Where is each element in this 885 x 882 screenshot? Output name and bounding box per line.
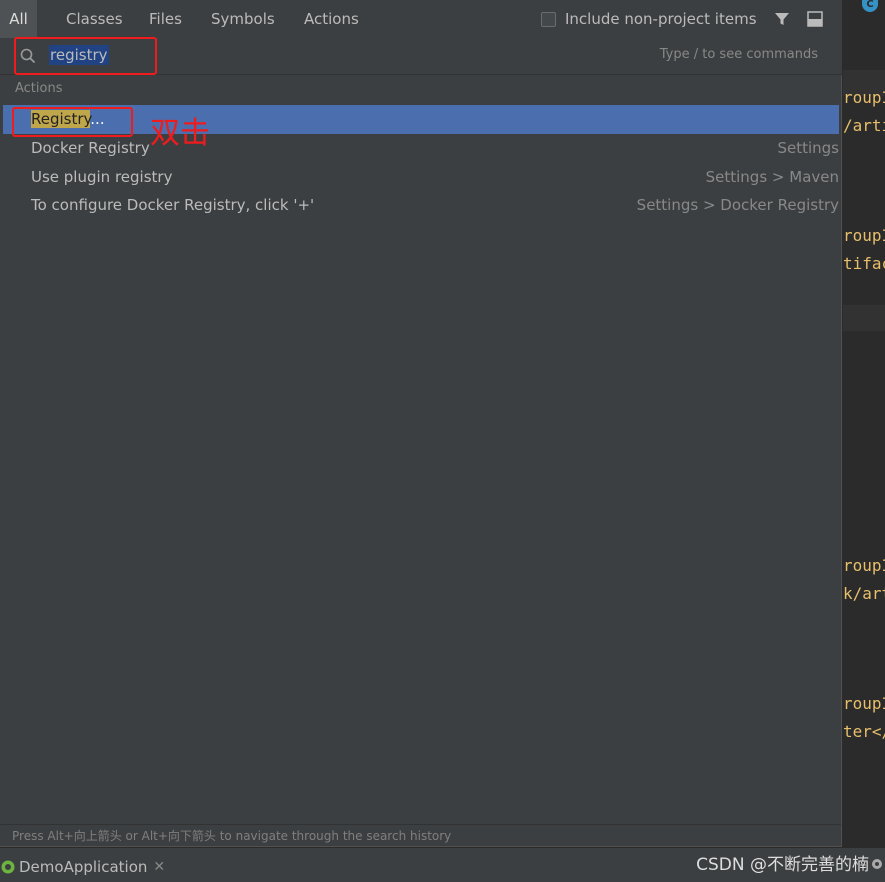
code-fragment: roupId (843, 694, 885, 713)
spring-boot-icon (1, 860, 15, 874)
include-non-project-label: Include non-project items (565, 10, 757, 28)
code-fragment: roupI (843, 88, 885, 107)
preview-pane-icon[interactable] (806, 10, 824, 28)
run-tab-demo-application[interactable]: DemoApplication ✕ (0, 854, 165, 880)
annotation-box-result (12, 107, 133, 137)
search-hint: Type / to see commands (659, 47, 818, 62)
result-item-docker-registry[interactable]: Docker Registry Settings (3, 134, 839, 163)
tab-files[interactable]: Files (141, 0, 190, 38)
tab-all[interactable]: All (0, 0, 37, 38)
code-fragment: /arti (843, 116, 885, 135)
gear-icon[interactable] (869, 856, 885, 872)
annotation-double-click: 双击 (150, 116, 210, 151)
code-fragment: roupI (843, 556, 885, 575)
tab-classes[interactable]: Classes (58, 0, 131, 38)
editor-line-highlight (843, 305, 885, 331)
tab-bar: All Classes Files Symbols Actions Includ… (0, 0, 842, 39)
code-fragment: roupI (843, 226, 885, 245)
result-name: Docker Registry (31, 139, 150, 157)
code-fragment: tifac (843, 254, 885, 273)
search-history-hint: Press Alt+向上箭头 or Alt+向下箭头 to navigate t… (0, 824, 841, 846)
result-name: To configure Docker Registry, click '+' (31, 196, 315, 214)
result-location: Settings > Maven (705, 168, 839, 186)
include-non-project-option[interactable]: Include non-project items (541, 9, 757, 29)
include-non-project-checkbox[interactable] (541, 11, 556, 27)
result-location: Settings (777, 139, 839, 157)
result-item-configure-docker-registry[interactable]: To configure Docker Registry, click '+' … (3, 192, 839, 219)
close-icon[interactable]: ✕ (153, 859, 165, 875)
code-fragment: ter</ (843, 722, 885, 741)
run-tab-label: DemoApplication (19, 858, 148, 876)
section-header-actions: Actions (15, 81, 63, 96)
watermark: CSDN @不断完善的楠 (696, 855, 869, 875)
annotation-box-search (14, 37, 157, 75)
result-location: Settings > Docker Registry (636, 196, 839, 214)
result-item-use-plugin-registry[interactable]: Use plugin registry Settings > Maven (3, 163, 839, 192)
tab-actions[interactable]: Actions (296, 0, 367, 38)
result-name: Use plugin registry (31, 168, 173, 186)
filter-icon[interactable] (773, 10, 791, 28)
tab-symbols[interactable]: Symbols (203, 0, 283, 38)
code-fragment: k/art (843, 584, 885, 603)
